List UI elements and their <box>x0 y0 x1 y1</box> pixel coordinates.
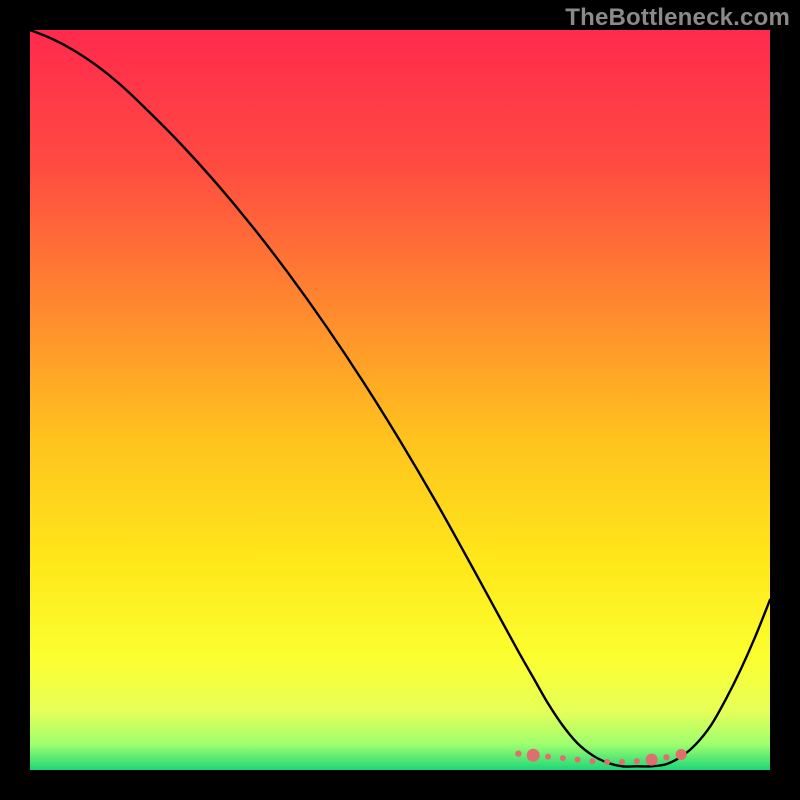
flat-marker-dot <box>604 759 610 765</box>
plot-area <box>30 30 770 770</box>
flat-marker-dot <box>619 759 625 765</box>
flat-marker-dot <box>663 754 669 760</box>
chart-frame: TheBottleneck.com <box>0 0 800 800</box>
bottleneck-curve <box>30 30 770 767</box>
flat-marker-dot <box>515 751 521 757</box>
flat-segment-markers <box>515 749 687 766</box>
watermark: TheBottleneck.com <box>565 4 790 32</box>
flat-marker-dot <box>589 758 595 764</box>
flat-marker-dot <box>545 754 551 760</box>
flat-marker-dot <box>634 758 640 764</box>
flat-marker-dot <box>560 755 566 761</box>
curve-layer <box>30 30 770 770</box>
flat-marker-dot <box>527 749 540 762</box>
flat-marker-dot <box>646 754 658 766</box>
flat-marker-dot <box>676 749 687 760</box>
flat-marker-dot <box>575 757 581 763</box>
